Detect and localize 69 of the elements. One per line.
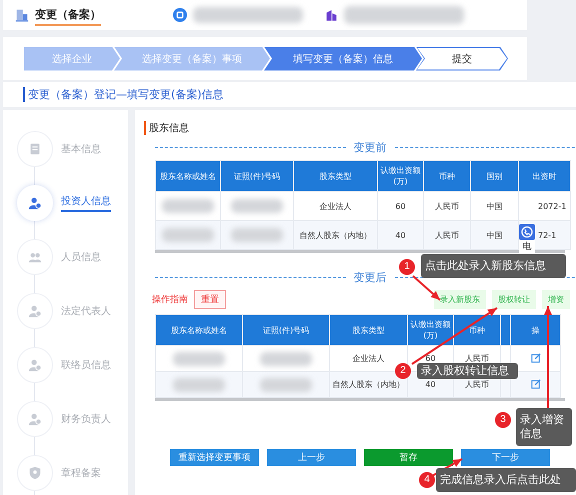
action-button[interactable]: 股权转让 <box>492 290 536 309</box>
column-header: 币种 <box>454 314 500 346</box>
blurred-patch <box>260 352 312 366</box>
edit-icon[interactable] <box>530 378 540 388</box>
shield-icon <box>28 466 42 480</box>
progress-step: 填写变更（备案）信息 <box>264 46 422 70</box>
person-icon <box>28 358 42 372</box>
column-header: 证照(件)号码 <box>220 160 294 192</box>
column-header: 股东类型 <box>294 160 378 192</box>
sidebar-item[interactable]: 投资人信息 <box>3 176 128 230</box>
column-header: 出资时 <box>518 160 570 192</box>
action-button[interactable]: 暂存 <box>364 449 453 466</box>
edit-icon[interactable] <box>530 352 540 362</box>
action-button[interactable]: 增资 <box>542 290 570 309</box>
arrow <box>412 275 441 301</box>
section-title: 变更（备案）登记—填写变更(备案)信息 <box>23 87 224 102</box>
progress-step: 选择企业 <box>24 46 120 70</box>
action-button[interactable]: 下一步 <box>461 449 550 466</box>
table-cell: 自然人股东（内地） <box>294 220 378 250</box>
sidebar-item[interactable]: 章程备案 <box>3 446 128 495</box>
panel-title: 股东信息 <box>149 123 189 134</box>
building-icon <box>325 8 338 22</box>
table-cell: 40 <box>378 220 424 250</box>
blurred-patch <box>162 199 214 213</box>
sidebar-item[interactable]: 财务负责人 <box>3 392 128 446</box>
column-header: 操 <box>510 314 560 346</box>
column-header: 币种 <box>424 160 470 192</box>
page-title: 变更（备案） <box>35 4 101 26</box>
table-cell: 自然人股东（内地） <box>330 372 408 398</box>
column-header: 认缴出资额(万) <box>408 314 454 346</box>
action-button[interactable]: 录入新股东 <box>434 290 486 309</box>
divider-label: 变更后 <box>354 270 386 285</box>
column-header: 国别 <box>470 160 518 192</box>
person-icon <box>28 412 42 426</box>
blurred-patch <box>162 228 214 242</box>
guide-link[interactable]: 操作指南 <box>152 293 188 306</box>
action-button[interactable]: 重新选择变更事项 <box>170 449 259 466</box>
sidebar-item[interactable]: 法定代表人 <box>3 284 128 338</box>
callout-tooltip: 点击此处录入新股东信息 <box>421 254 566 278</box>
blurred-patch <box>231 228 283 242</box>
blurred-patch <box>260 378 312 392</box>
column-header: 股东名称或姓名 <box>156 314 242 346</box>
sidebar-item[interactable]: 人员信息 <box>3 230 128 284</box>
blurred-patch <box>173 352 225 366</box>
building-icon <box>15 8 29 22</box>
progress-step: 提交 <box>416 46 508 70</box>
document-icon <box>28 142 42 156</box>
column-header: 证照(件)号码 <box>242 314 330 346</box>
column-header: 股东名称或姓名 <box>156 160 220 192</box>
table-cell: 人民币 <box>424 220 470 250</box>
callout-tooltip: 录入股权转让信息 <box>417 363 518 379</box>
blurred-patch <box>173 378 225 392</box>
person-icon <box>28 304 42 318</box>
phone-icon[interactable] <box>519 224 535 240</box>
sidebar-item[interactable]: 联络员信息 <box>3 338 128 392</box>
table-cell: 中国 <box>470 220 518 250</box>
people-icon <box>28 250 42 264</box>
callout-tooltip: 完成信息录入后点击此处 <box>436 468 576 492</box>
progress-step: 选择变更（备案）事项 <box>114 46 270 70</box>
blurred-patch <box>231 199 283 213</box>
sidebar-item[interactable]: 基本信息 <box>3 122 128 176</box>
action-button[interactable]: 上一步 <box>267 449 356 466</box>
divider-label: 变更前 <box>354 140 386 155</box>
column-header: 认缴出资额(万) <box>378 160 424 192</box>
reset-button[interactable]: 重置 <box>194 290 226 309</box>
column-header: 股东类型 <box>330 314 408 346</box>
badge-icon <box>173 8 187 22</box>
person-icon <box>28 196 42 210</box>
callout-tooltip: 录入增资信息 <box>516 408 572 446</box>
